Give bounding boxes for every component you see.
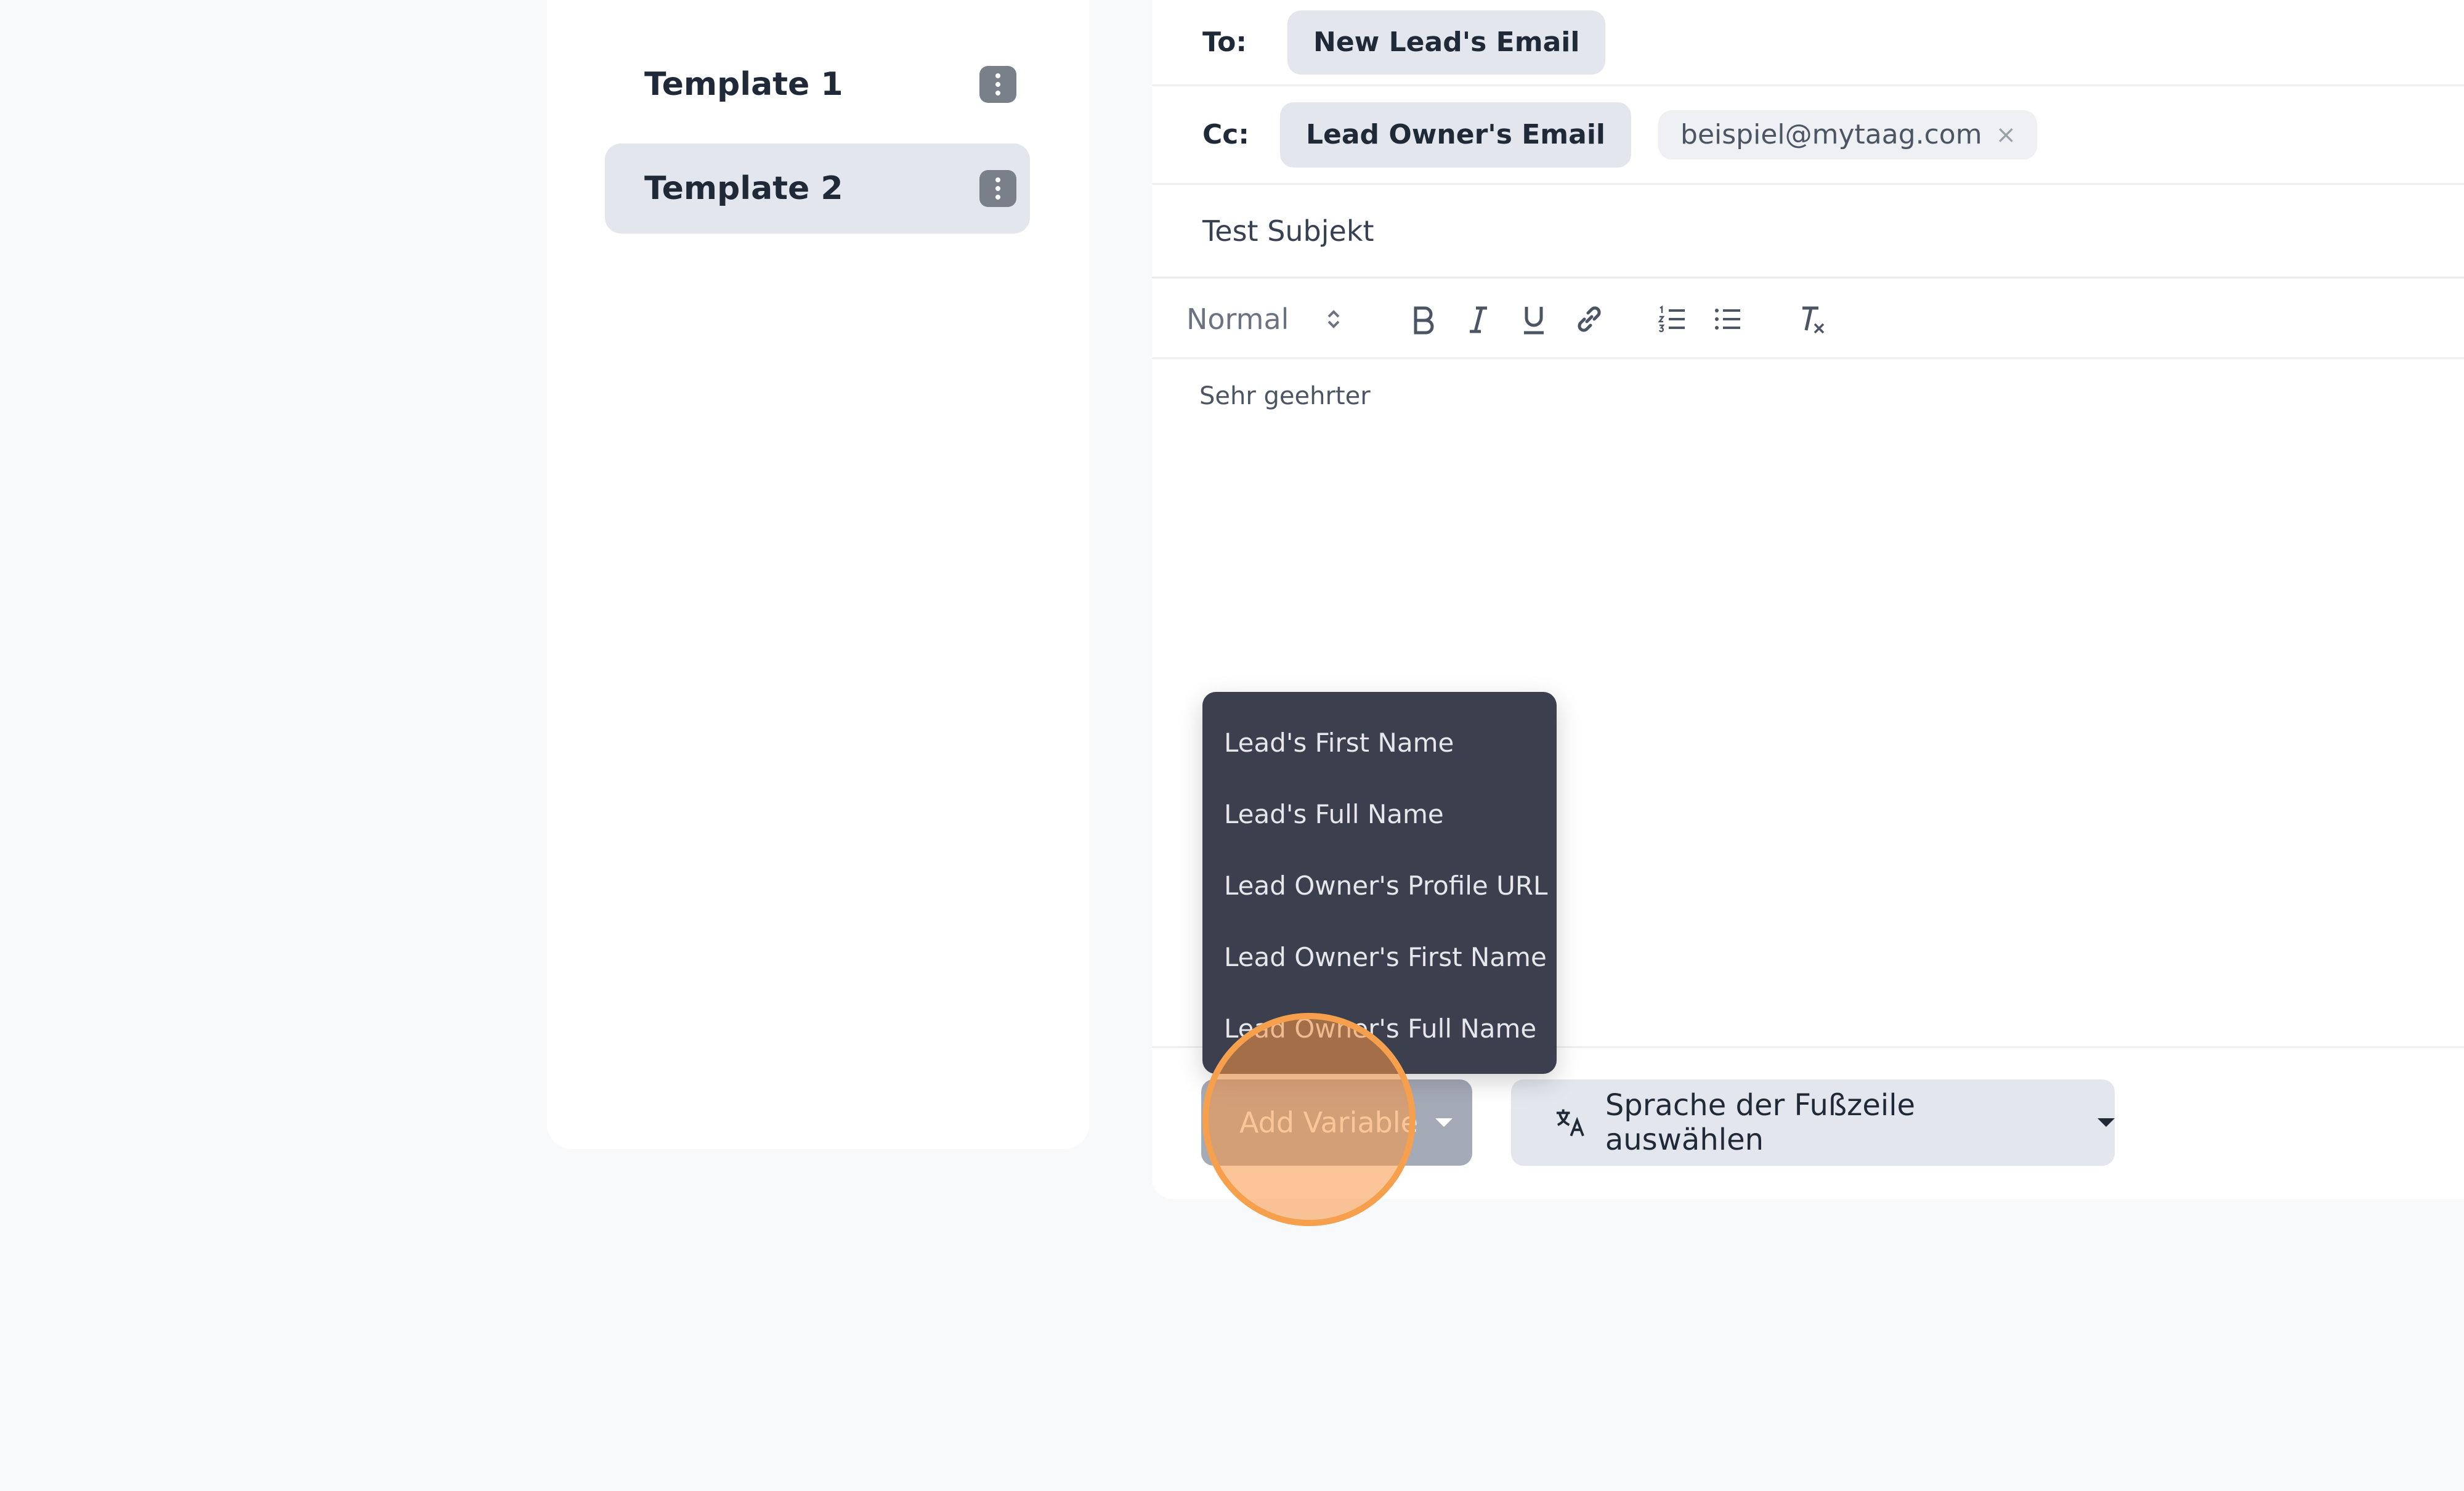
template-item-label: Template 2 (644, 170, 843, 207)
link-button[interactable] (1565, 278, 1614, 359)
template-item-label: Template 1 (644, 66, 843, 103)
cc-email-tag-text: beispiel@mytaag.com (1680, 119, 1982, 150)
format-select[interactable]: Normal (1186, 278, 1359, 359)
bullet-list-button[interactable] (1700, 278, 1756, 359)
footer-language-button[interactable]: Sprache der Fußzeile auswählen (1511, 1079, 2115, 1166)
format-select-value: Normal (1186, 302, 1289, 336)
to-row: To: New Lead's Email (1152, 0, 2464, 86)
clear-format-icon (1802, 306, 1825, 333)
formatting-toolbar: Normal (1152, 277, 2464, 359)
email-body-editor[interactable]: Sehr geehrter (1199, 382, 1371, 410)
variable-option-leads-first-name[interactable]: Lead's First Name (1202, 707, 1557, 778)
caret-down-icon (1435, 1118, 1453, 1127)
variable-dropdown-menu: Lead's First Name Lead's Full Name Lead … (1202, 692, 1557, 1074)
variable-option-owner-full-name[interactable]: Lead Owner's Full Name (1202, 993, 1557, 1064)
subject-row: Test Subjekt (1152, 185, 2464, 277)
subject-field[interactable]: Test Subjekt (1202, 214, 1374, 248)
close-icon[interactable]: × (1996, 121, 2017, 149)
template-item-1[interactable]: Template 1 (605, 39, 1030, 129)
to-recipient-chip[interactable]: New Lead's Email (1287, 10, 1606, 75)
bullet-list-icon (1715, 308, 1740, 330)
more-options-icon[interactable] (979, 66, 1016, 103)
bold-button[interactable] (1398, 278, 1448, 359)
underline-icon (1524, 306, 1544, 334)
cc-email-tag[interactable]: beispiel@mytaag.com × (1658, 110, 2038, 160)
template-item-2[interactable]: Template 2 (605, 144, 1030, 234)
add-variable-label: Add Variable (1239, 1106, 1418, 1139)
cc-label: Cc: (1202, 119, 1249, 150)
italic-button[interactable] (1454, 278, 1503, 359)
footer-language-label: Sprache der Fußzeile auswählen (1605, 1088, 1916, 1157)
more-options-icon[interactable] (979, 170, 1016, 207)
caret-down-icon (2097, 1118, 2115, 1127)
ordered-list-button[interactable] (1645, 278, 1700, 359)
translate-icon (1556, 1109, 1584, 1137)
clear-format-button[interactable] (1783, 278, 1839, 359)
to-label: To: (1202, 26, 1247, 58)
cc-recipient-chip[interactable]: Lead Owner's Email (1279, 102, 1632, 168)
variable-option-leads-full-name[interactable]: Lead's Full Name (1202, 778, 1557, 850)
template-list-panel: Template 1 Template 2 (547, 0, 1089, 1149)
add-variable-button[interactable]: Add Variable (1201, 1079, 1472, 1166)
link-icon (1578, 306, 1601, 332)
variable-option-owner-first-name[interactable]: Lead Owner's First Name (1202, 921, 1557, 993)
ordered-list-icon (1658, 305, 1685, 332)
cc-row: Cc: Lead Owner's Email beispiel@mytaag.c… (1152, 86, 2464, 185)
bold-icon (1414, 306, 1434, 334)
italic-icon (1470, 306, 1487, 333)
chevron-updown-icon (1328, 309, 1340, 328)
variable-option-owner-profile-url[interactable]: Lead Owner's Profile URL (1202, 850, 1557, 921)
underline-button[interactable] (1509, 278, 1558, 359)
